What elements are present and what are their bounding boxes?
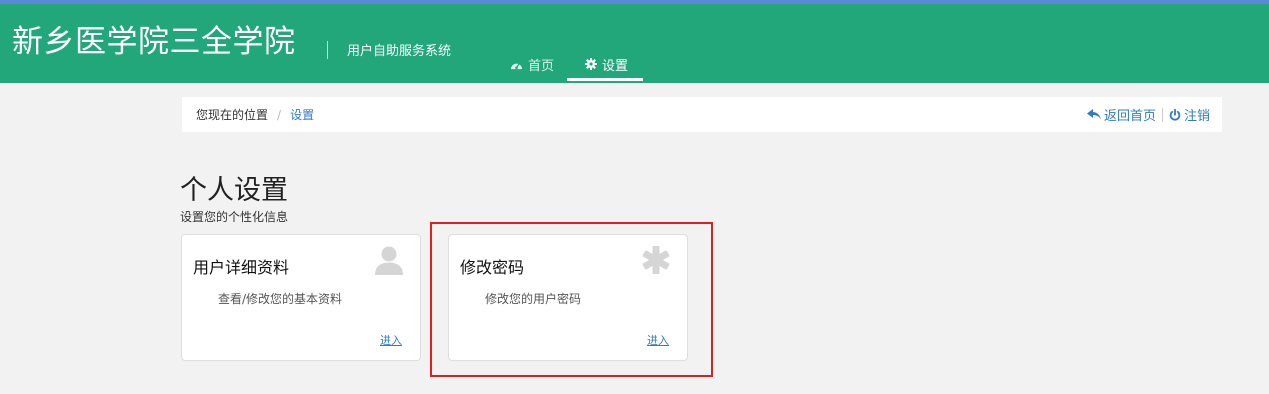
breadcrumb: 您现在的位置 / 设置 返回首页 注销 (182, 97, 1222, 132)
app-header: 新乡医学院三全学院 用户自助服务系统 首页 设置 (0, 4, 1269, 83)
brand-divider (327, 41, 328, 59)
reply-arrow-icon (1086, 107, 1101, 122)
brand-title: 新乡医学院三全学院 (12, 24, 296, 60)
breadcrumb-separator: / (277, 107, 282, 122)
nav-settings[interactable]: 设置 (585, 51, 628, 77)
breadcrumb-prefix: 您现在的位置 (196, 108, 269, 122)
breadcrumb-current[interactable]: 设置 (290, 106, 314, 123)
logout-label: 注销 (1183, 109, 1210, 124)
highlight-box (430, 222, 713, 377)
active-tab-indicator (567, 78, 643, 81)
back-home-link[interactable]: 返回首页 (1086, 105, 1156, 124)
nav-home[interactable]: 首页 (510, 51, 554, 77)
enter-profile-link[interactable]: 进入 (380, 332, 402, 348)
dashboard-icon (510, 57, 523, 72)
action-divider (1161, 107, 1163, 122)
user-icon (374, 245, 404, 279)
card-description: 查看/修改您的基本资料 (218, 292, 343, 306)
back-home-label: 返回首页 (1103, 109, 1156, 124)
logout-link[interactable]: 注销 (1169, 105, 1210, 124)
page-subtitle: 设置您的个性化信息 (180, 210, 289, 224)
gear-icon (585, 57, 597, 72)
card-title: 用户详细资料 (193, 258, 290, 277)
power-icon (1169, 107, 1181, 122)
nav-home-label: 首页 (528, 58, 555, 74)
nav-settings-label: 设置 (602, 58, 629, 74)
page-title: 个人设置 (180, 175, 288, 206)
card-user-profile: 用户详细资料 查看/修改您的基本资料 进入 (181, 234, 421, 361)
system-subtitle: 用户自助服务系统 (347, 44, 452, 59)
